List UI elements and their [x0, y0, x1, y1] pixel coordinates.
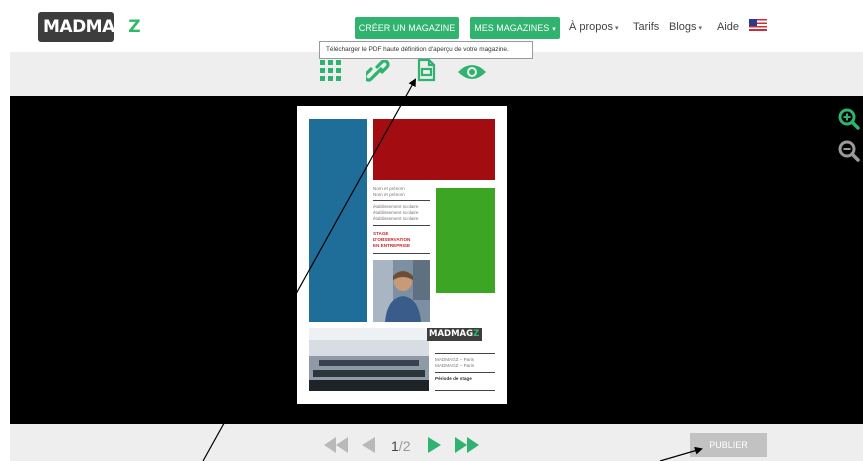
link-icon[interactable] [366, 60, 390, 84]
logo-accent: Z [473, 329, 480, 339]
next-page-icon[interactable] [428, 437, 441, 453]
total-pages: 2 [402, 438, 411, 454]
blue-block [309, 119, 367, 322]
office-photo [309, 328, 429, 391]
divider [435, 372, 495, 373]
pdf-tooltip: Télécharger le PDF haute définition d'ap… [319, 41, 533, 59]
publish-button[interactable]: PUBLIER [690, 433, 767, 457]
us-flag-icon[interactable] [749, 19, 767, 31]
green-block [436, 188, 495, 293]
grid-icon[interactable] [320, 60, 342, 82]
footer-line: MADMAGZ – Paris [435, 363, 475, 368]
nav-link-label: À propos [569, 21, 614, 33]
divider [435, 353, 495, 354]
my-magazines-button[interactable]: MES MAGAZINES ▾ [470, 17, 560, 39]
logo-text: MADMAG [429, 329, 474, 339]
page-indicator: 1/2 [391, 438, 410, 454]
footer-line: MADMAGZ – Paris [435, 357, 475, 362]
nav-link-pricing[interactable]: Tarifs [633, 21, 659, 33]
zoom-in-icon[interactable] [838, 108, 860, 130]
pdf-download-icon[interactable] [415, 58, 437, 84]
name-line: Nom et prénom [373, 186, 405, 191]
footer-caption: Période de stage [435, 376, 472, 381]
create-magazine-button[interactable]: CRÉER UN MAGAZINE [355, 17, 459, 39]
logo-text: MADMAG [43, 17, 129, 37]
chevron-down-icon: ▾ [615, 25, 619, 32]
name-line: Nom et prénom [373, 192, 405, 197]
nav-link-about[interactable]: À propos ▾ [569, 21, 619, 33]
my-magazines-label: MES MAGAZINES [474, 23, 550, 33]
chevron-down-icon: ▾ [552, 26, 556, 33]
last-page-icon[interactable] [455, 437, 479, 453]
logo-accent: Z [128, 17, 141, 37]
nav-link-help[interactable]: Aide [717, 21, 739, 33]
magazine-page-preview[interactable]: Nom et prénom Nom et prénom établissemen… [297, 106, 507, 404]
footer-logo: MADMAGZ [427, 328, 482, 341]
nav-link-label: Tarifs [633, 21, 660, 33]
chevron-down-icon: ▾ [698, 25, 703, 32]
title-line: STAGE [373, 231, 389, 236]
divider [373, 200, 430, 201]
nav-link-label: Blogs [669, 21, 697, 33]
red-block [373, 119, 495, 180]
student-photo [373, 260, 430, 322]
previous-page-icon[interactable] [362, 437, 375, 453]
nav-link-label: Aide [717, 21, 740, 33]
divider [373, 253, 430, 254]
madmagz-logo[interactable]: MADMAGZ [38, 12, 141, 42]
divider [373, 225, 430, 226]
school-line: établissement scolaire [373, 210, 419, 215]
app-window: MADMAGZ CRÉER UN MAGAZINE MES MAGAZINES ▾… [0, 0, 863, 461]
title-line: D'OBSERVATION [373, 237, 411, 242]
divider [435, 390, 495, 391]
school-line: établissement scolaire [373, 204, 419, 209]
nav-link-blogs[interactable]: Blogs ▾ [669, 21, 702, 33]
school-line: établissement scolaire [373, 216, 419, 221]
first-page-icon[interactable] [324, 437, 348, 453]
title-line: EN ENTREPRISE [373, 243, 411, 248]
preview-eye-icon[interactable] [457, 62, 487, 82]
current-page: 1 [391, 438, 399, 454]
zoom-out-icon[interactable] [838, 140, 860, 162]
